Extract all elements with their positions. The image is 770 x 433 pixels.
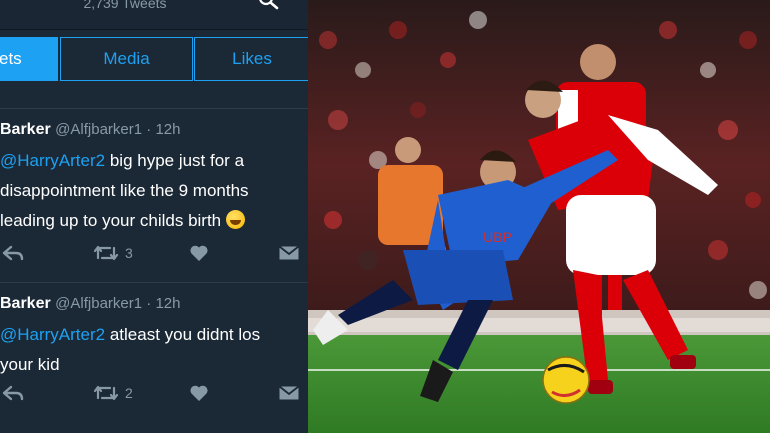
tab-media[interactable]: Media xyxy=(60,37,193,81)
search-icon[interactable] xyxy=(254,0,282,14)
retweet-count: 2 xyxy=(125,385,133,401)
reply-icon[interactable] xyxy=(2,241,24,265)
tweet-card[interactable]: Barker @Alfjbarker1 · 12h @HarryArter2 a… xyxy=(0,282,308,432)
profile-header-bar: 2,739 Tweets xyxy=(0,0,308,30)
match-photo: UBP xyxy=(308,0,770,433)
heart-icon[interactable] xyxy=(189,381,209,405)
laughing-emoji-icon xyxy=(225,210,245,229)
tweet-line: your kid xyxy=(0,355,60,374)
tweet-actions: 2 xyxy=(0,381,308,405)
profile-tabs: ets Media Likes xyxy=(0,37,308,81)
retweet-button[interactable]: 3 xyxy=(92,241,133,265)
retweet-button[interactable]: 2 xyxy=(92,381,133,405)
tab-likes[interactable]: Likes xyxy=(194,37,308,81)
tweet-header: Barker @Alfjbarker1 · 12h xyxy=(0,121,180,139)
retweet-icon xyxy=(92,244,120,262)
tab-tweets[interactable]: ets xyxy=(0,37,58,81)
author-name[interactable]: Barker xyxy=(0,121,51,138)
retweet-count: 3 xyxy=(125,245,133,261)
tweet-card[interactable]: Barker @Alfjbarker1 · 12h @HarryArter2 b… xyxy=(0,108,308,282)
tweet-text: @HarryArter2 big hype just for a disappo… xyxy=(0,146,308,236)
author-name[interactable]: Barker xyxy=(0,295,51,312)
heart-icon[interactable] xyxy=(189,241,209,265)
tweet-line: disappointment like the 9 months xyxy=(0,181,249,200)
football-action-illustration: UBP xyxy=(308,0,770,433)
retweet-icon xyxy=(92,384,120,402)
svg-text:UBP: UBP xyxy=(483,229,512,245)
tweet-count: 2,739 Tweets xyxy=(83,0,167,11)
message-icon[interactable] xyxy=(278,241,300,265)
tweet-line: big hype just for a xyxy=(105,151,245,170)
tweet-header: Barker @Alfjbarker1 · 12h xyxy=(0,295,180,313)
tweet-line: atleast you didnt los xyxy=(105,325,261,344)
separator-dot: · xyxy=(142,295,156,312)
twitter-profile-screenshot: 2,739 Tweets ets Media Likes Barker @Alf… xyxy=(0,0,308,433)
mention-link[interactable]: @HarryArter2 xyxy=(0,325,105,344)
tweet-time[interactable]: 12h xyxy=(155,121,180,138)
mention-link[interactable]: @HarryArter2 xyxy=(0,151,105,170)
tweet-line: leading up to your childs birth xyxy=(0,211,226,230)
reply-icon[interactable] xyxy=(2,381,24,405)
message-icon[interactable] xyxy=(278,381,300,405)
author-handle[interactable]: @Alfjbarker1 xyxy=(55,295,142,312)
author-handle[interactable]: @Alfjbarker1 xyxy=(55,121,142,138)
separator-dot: · xyxy=(142,121,156,138)
tweet-time[interactable]: 12h xyxy=(155,295,180,312)
tweet-text: @HarryArter2 atleast you didnt los your … xyxy=(0,320,308,380)
tweet-actions: 3 xyxy=(0,241,308,265)
